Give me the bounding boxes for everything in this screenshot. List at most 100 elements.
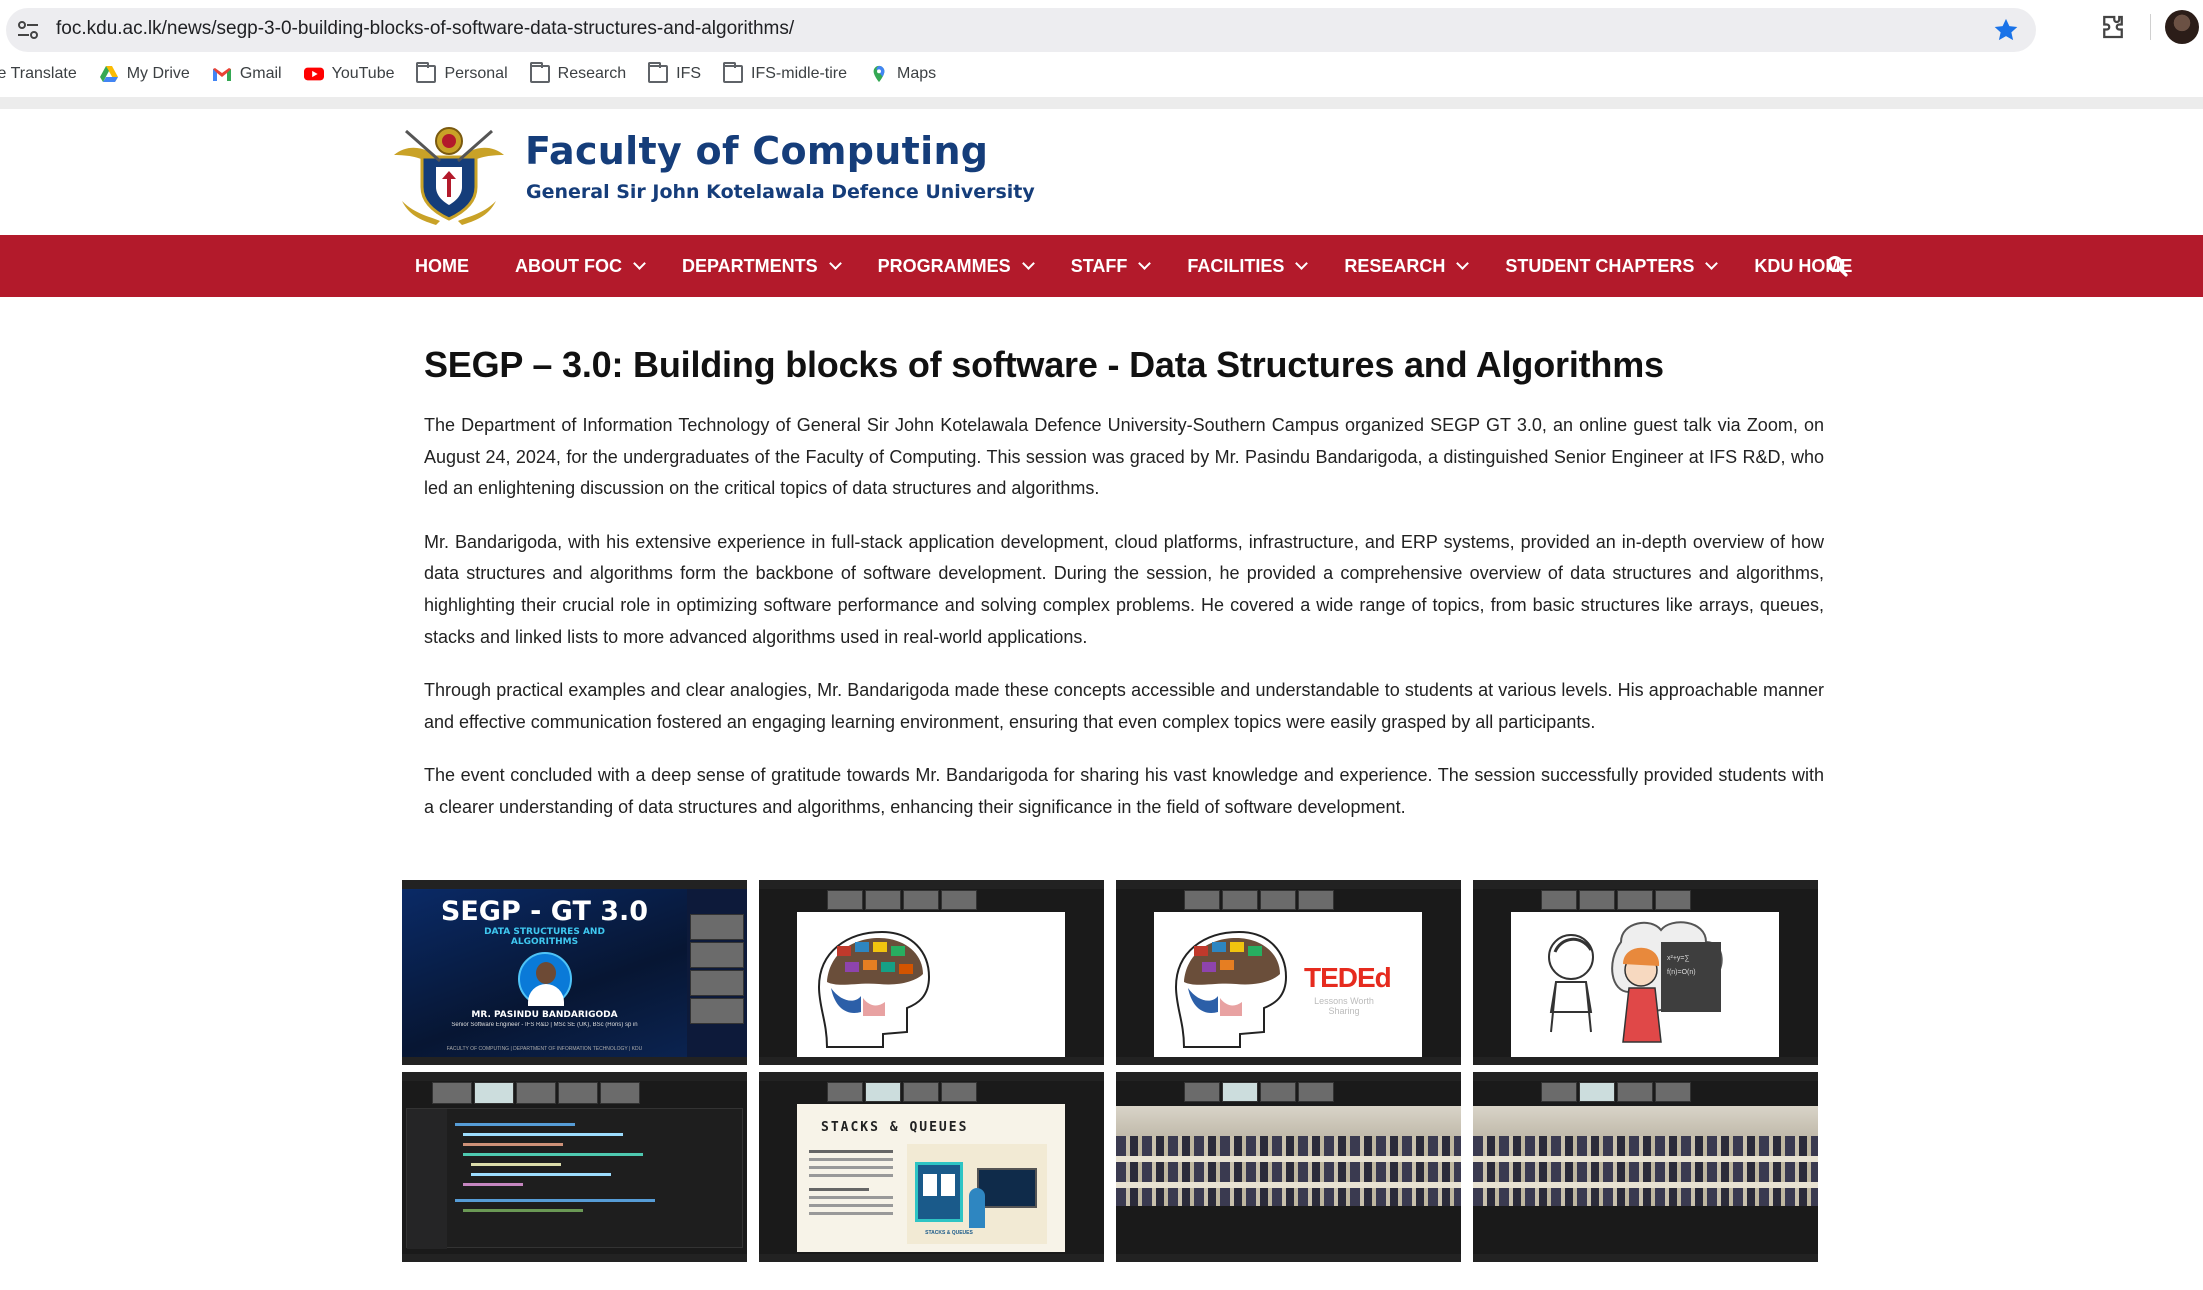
bookmark-ifs-midle-tire[interactable]: IFS-midle-tire <box>723 62 847 83</box>
chevron-down-icon <box>1456 256 1470 270</box>
poster-subtitle: DATA STRUCTURES AND ALGORITHMS <box>484 927 605 947</box>
poster-title: SEGP - GT 3.0 <box>440 896 649 927</box>
maps-icon <box>873 65 885 83</box>
gallery-image-teded-slide[interactable]: TEDEd Lessons Worth Sharing <box>1116 880 1461 1065</box>
nav-student-chapters[interactable]: STUDENT CHAPTERS <box>1505 256 1719 277</box>
stacks-title: STACKS & QUEUES <box>821 1120 969 1135</box>
bookmark-label: My Drive <box>126 65 190 82</box>
bookmark-label: Research <box>557 65 627 82</box>
nav-facilities[interactable]: FACILITIES <box>1187 255 1309 277</box>
bookmarks-bar: le Translate My Drive Gmail YouTube Pers… <box>0 58 2203 90</box>
gallery-image-cartoon-slide[interactable]: x²+y=∑ f(n)=O(n) <box>1473 880 1818 1065</box>
participant-tile <box>827 890 863 910</box>
gallery-image-classroom-2[interactable] <box>1473 1072 1818 1262</box>
article-content: SEGP – 3.0: Building blocks of software … <box>424 340 1824 824</box>
gallery-image-poster[interactable]: SEGP - GT 3.0 DATA STRUCTURES AND ALGORI… <box>402 880 747 1065</box>
bookmark-star-icon[interactable] <box>1992 16 2020 44</box>
chevron-down-icon <box>1021 256 1035 270</box>
nav-home[interactable]: HOME <box>415 256 469 277</box>
participant-tile <box>941 890 977 910</box>
chevron-down-icon <box>1705 256 1719 270</box>
zoom-toolbar <box>1116 880 1461 889</box>
zoom-controls <box>402 1057 747 1065</box>
article-paragraph: The Department of Information Technology… <box>424 415 1824 499</box>
bookmark-ifs[interactable]: IFS <box>648 62 701 83</box>
bookmark-translate[interactable]: le Translate <box>0 65 77 83</box>
bookmark-gmail[interactable]: Gmail <box>212 65 282 83</box>
participant-tile <box>865 1082 901 1102</box>
address-bar[interactable]: foc.kdu.ac.lk/news/segp-3-0-building-blo… <box>6 8 2036 52</box>
zoom-toolbar <box>1473 1072 1818 1081</box>
participant-tile <box>827 1082 863 1102</box>
site-settings-icon[interactable] <box>16 19 40 41</box>
zoom-controls <box>1473 1254 1818 1262</box>
bookmark-maps[interactable]: Maps <box>869 65 936 83</box>
participant-tile <box>558 1082 598 1104</box>
drive-icon <box>99 66 118 82</box>
participant-tile <box>690 914 744 940</box>
chrome-divider <box>0 97 2203 109</box>
poster-speaker-role: Senior Software Engineer - IFS R&D | MSc… <box>451 1022 638 1028</box>
gallery-image-classroom-1[interactable] <box>1116 1072 1461 1262</box>
kdu-crest-logo[interactable] <box>388 121 510 227</box>
zoom-controls <box>1473 1057 1818 1065</box>
nav-label: ABOUT FOC <box>515 255 622 276</box>
nav-programmes[interactable]: PROGRAMMES <box>877 255 1035 277</box>
url-text[interactable]: foc.kdu.ac.lk/news/segp-3-0-building-blo… <box>56 18 794 40</box>
nav-departments[interactable]: DEPARTMENTS <box>682 255 842 277</box>
participant-tile <box>1617 890 1653 910</box>
bookmark-personal[interactable]: Personal <box>416 62 508 83</box>
participant-tile <box>690 970 744 996</box>
gallery-image-code-editor[interactable] <box>402 1072 747 1262</box>
participant-tile <box>1298 1082 1334 1102</box>
participant-tile <box>1579 1082 1615 1102</box>
bookmark-label: Personal <box>444 65 508 82</box>
search-icon[interactable] <box>1826 255 1848 277</box>
nav-research[interactable]: RESEARCH <box>1344 255 1470 277</box>
zoom-controls <box>759 1057 1104 1065</box>
bookmark-youtube[interactable]: YouTube <box>303 65 394 83</box>
participant-tile <box>474 1082 514 1104</box>
article-title: SEGP – 3.0: Building blocks of software … <box>424 344 1664 385</box>
profile-avatar[interactable] <box>2165 10 2199 44</box>
classroom-photo <box>1116 1106 1461 1206</box>
brain-illustration <box>817 930 931 1048</box>
nav-staff[interactable]: STAFF <box>1070 255 1152 277</box>
stacks-caption: STACKS & QUEUES <box>925 1230 973 1236</box>
participant-tile <box>1222 890 1258 910</box>
folder-icon <box>416 62 437 83</box>
gmail-icon <box>212 68 231 81</box>
poster-footer: FACULTY OF COMPUTING | DEPARTMENT OF INF… <box>446 1046 643 1052</box>
shared-slide: STACKS & QUEUES STACKS & QUEUES <box>797 1104 1065 1252</box>
participant-tile <box>1655 890 1691 910</box>
nav-label: DEPARTMENTS <box>682 255 818 276</box>
participant-tile <box>1579 890 1615 910</box>
stacks-illustration: STACKS & QUEUES <box>907 1144 1047 1244</box>
nav-label: STAFF <box>1070 255 1128 276</box>
shared-slide <box>797 912 1065 1057</box>
article-paragraph: Through practical examples and clear ana… <box>424 680 1824 732</box>
site-title[interactable]: Faculty of Computing <box>525 129 988 173</box>
bookmark-label: le Translate <box>0 65 77 82</box>
participant-tile <box>865 890 901 910</box>
browser-toolbar: foc.kdu.ac.lk/news/segp-3-0-building-blo… <box>0 0 2203 64</box>
shared-slide: x²+y=∑ f(n)=O(n) <box>1511 912 1779 1057</box>
zoom-controls <box>1116 1254 1461 1262</box>
chevron-down-icon <box>1295 256 1309 270</box>
site-subtitle: General Sir John Kotelawala Defence Univ… <box>526 181 1035 203</box>
nav-label: PROGRAMMES <box>877 255 1011 276</box>
gallery-image-stacks-queues[interactable]: STACKS & QUEUES STACKS & QUEUES <box>759 1072 1104 1262</box>
bookmark-research[interactable]: Research <box>529 62 627 83</box>
gallery-image-brain-slide[interactable] <box>759 880 1104 1065</box>
chevron-down-icon <box>1138 256 1152 270</box>
zoom-toolbar <box>1116 1072 1461 1081</box>
article-paragraph: The event concluded with a deep sense of… <box>424 765 1824 817</box>
nav-label: FACILITIES <box>1187 255 1285 276</box>
extensions-icon[interactable] <box>2098 12 2128 42</box>
participant-tile <box>1655 1082 1691 1102</box>
zoom-toolbar <box>402 1072 747 1081</box>
nav-label: RESEARCH <box>1344 255 1446 276</box>
zoom-controls <box>759 1254 1104 1262</box>
bookmark-my-drive[interactable]: My Drive <box>99 65 190 83</box>
nav-about-foc[interactable]: ABOUT FOC <box>515 255 646 277</box>
